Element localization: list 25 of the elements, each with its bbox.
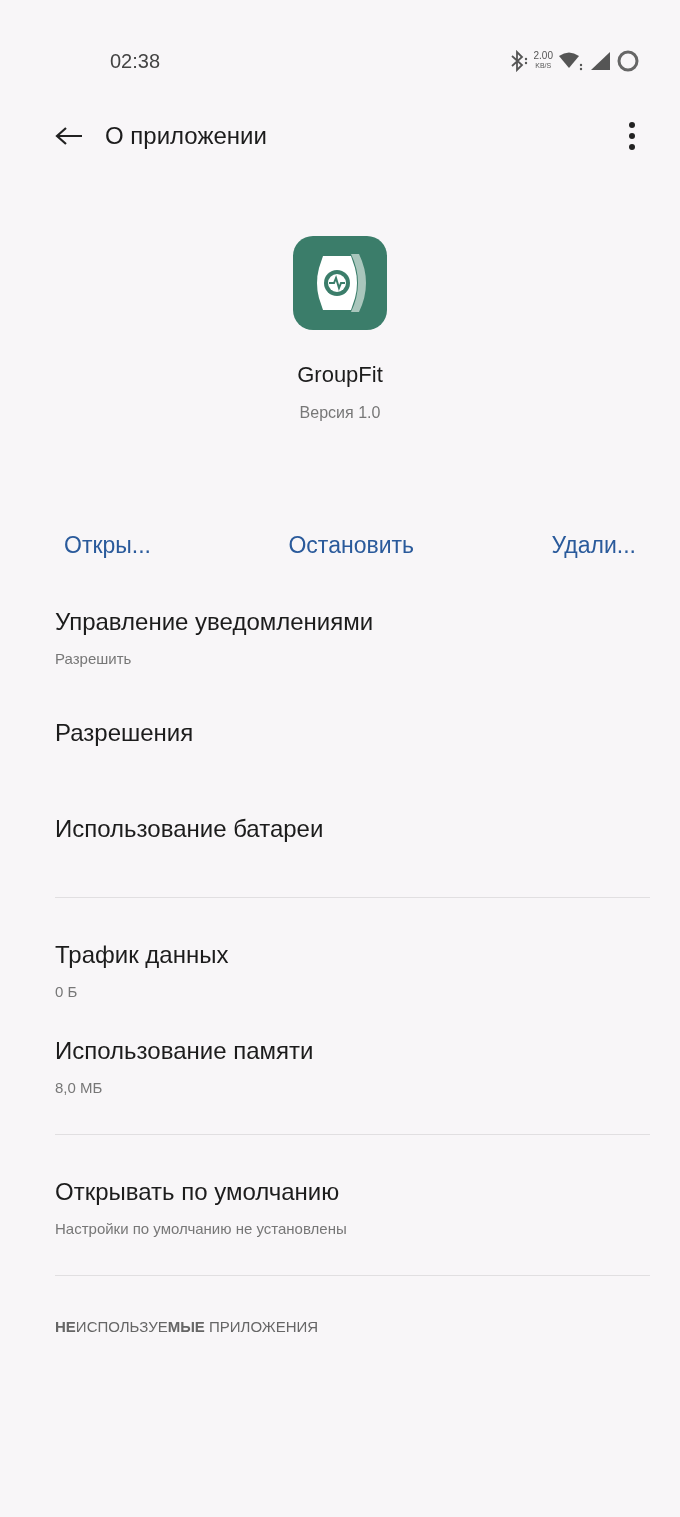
setting-summary: Настройки по умолчанию не установлены [55, 1219, 348, 1237]
battery-ring-icon [616, 49, 640, 73]
action-button[interactable]: Удали... [547, 526, 640, 565]
network-speed: 2.00 [533, 51, 553, 61]
setting-title[interactable]: Использование батареи [55, 815, 680, 843]
screen-title: О приложении [105, 122, 268, 150]
signal-icon [589, 51, 611, 71]
setting-summary: Разрешить [55, 649, 133, 667]
action-button[interactable]: Откры... [60, 526, 155, 565]
app-name: GroupFit [297, 362, 383, 388]
status-time: 02:38 [110, 49, 161, 73]
setting-summary: 0 Б [55, 982, 79, 1000]
wifi-icon [558, 51, 584, 71]
setting-title[interactable]: Использование памяти [55, 1036, 680, 1065]
setting-title[interactable]: Управление уведомлениями [55, 607, 680, 636]
setting-summary: 8,0 МБ [55, 1078, 104, 1096]
setting-title[interactable]: Разрешения [55, 719, 680, 747]
action-button[interactable]: Остановить [284, 526, 419, 565]
back-arrow-icon[interactable] [55, 126, 83, 146]
section-header: НЕИСПОЛЬЗУЕМЫЕ ПРИЛОЖЕНИЯ [54, 1317, 320, 1335]
app-icon [293, 236, 387, 330]
more-options-icon[interactable] [628, 121, 636, 151]
setting-title[interactable]: Открывать по умолчанию [55, 1177, 680, 1206]
app-version: Версия 1.0 [299, 404, 381, 422]
setting-title[interactable]: Трафик данных [55, 940, 680, 969]
